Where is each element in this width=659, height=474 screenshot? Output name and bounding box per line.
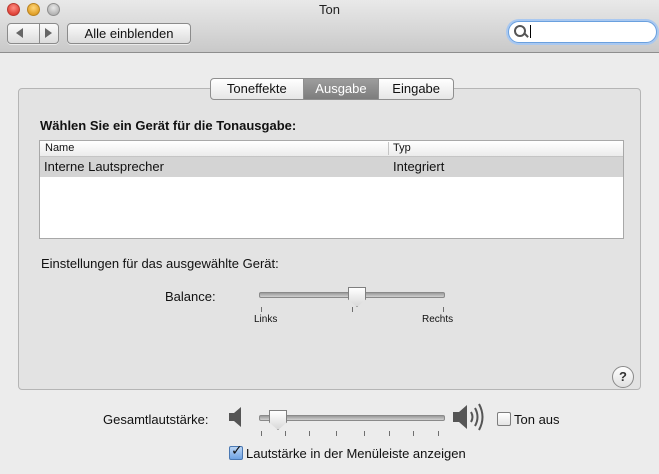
- nav-divider: [39, 24, 40, 43]
- table-row[interactable]: Interne Lautsprecher Integriert: [40, 157, 623, 177]
- balance-right-label: Rechts: [422, 314, 454, 325]
- balance-tick: [443, 307, 444, 312]
- speaker-low-icon: [229, 407, 241, 427]
- column-divider: [388, 142, 389, 155]
- help-button[interactable]: ?: [612, 366, 634, 388]
- chevron-left-icon[interactable]: [16, 28, 23, 38]
- column-header-type[interactable]: Typ: [393, 141, 411, 156]
- device-heading: Wählen Sie ein Gerät für die Tonausgabe:: [40, 118, 297, 133]
- volume-slider-thumb[interactable]: [269, 410, 287, 430]
- mute-checkbox[interactable]: [497, 412, 511, 426]
- show-in-menubar-label[interactable]: Lautstärke in der Menüleiste anzeigen: [246, 446, 466, 461]
- search-input[interactable]: [533, 23, 651, 40]
- balance-tick: [261, 307, 262, 312]
- mute-label[interactable]: Ton aus: [514, 412, 560, 427]
- show-all-button[interactable]: Alle einblenden: [67, 23, 191, 44]
- volume-tick: [364, 431, 365, 436]
- search-icon-handle: [523, 32, 529, 38]
- volume-tick: [285, 431, 286, 436]
- output-panel: [18, 88, 641, 390]
- balance-left-label: Links: [254, 314, 278, 325]
- device-table[interactable]: Name Typ Interne Lautsprecher Integriert: [39, 140, 624, 239]
- tab-ausgabe[interactable]: Ausgabe: [303, 79, 380, 99]
- tab-bar: Toneffekte Ausgabe Eingabe: [210, 78, 454, 100]
- search-field[interactable]: [508, 21, 657, 43]
- volume-label: Gesamtlautstärke:: [103, 412, 209, 427]
- navigation-buttons: [7, 23, 59, 44]
- balance-tick: [352, 307, 353, 312]
- volume-tick: [413, 431, 414, 436]
- text-caret: [530, 25, 531, 38]
- device-name-cell: Interne Lautsprecher: [44, 159, 164, 174]
- chevron-right-icon[interactable]: [45, 28, 52, 38]
- volume-tick: [438, 431, 439, 436]
- volume-tick: [309, 431, 310, 436]
- window-title: Ton: [319, 2, 340, 17]
- checkmark-icon: ✓: [231, 442, 243, 458]
- volume-tick: [389, 431, 390, 436]
- device-type-cell: Integriert: [393, 159, 445, 174]
- show-in-menubar-checkbox[interactable]: ✓: [229, 442, 243, 460]
- volume-tick: [261, 431, 262, 436]
- balance-label: Balance:: [165, 289, 216, 304]
- table-header: Name Typ: [40, 141, 623, 157]
- volume-tick: [336, 431, 337, 436]
- speaker-high-icon: [453, 403, 484, 431]
- device-settings-label: Einstellungen für das ausgewählte Gerät:: [41, 256, 279, 271]
- column-header-name[interactable]: Name: [45, 141, 74, 156]
- tab-eingabe[interactable]: Eingabe: [379, 79, 453, 99]
- tab-toneffekte[interactable]: Toneffekte: [211, 79, 304, 99]
